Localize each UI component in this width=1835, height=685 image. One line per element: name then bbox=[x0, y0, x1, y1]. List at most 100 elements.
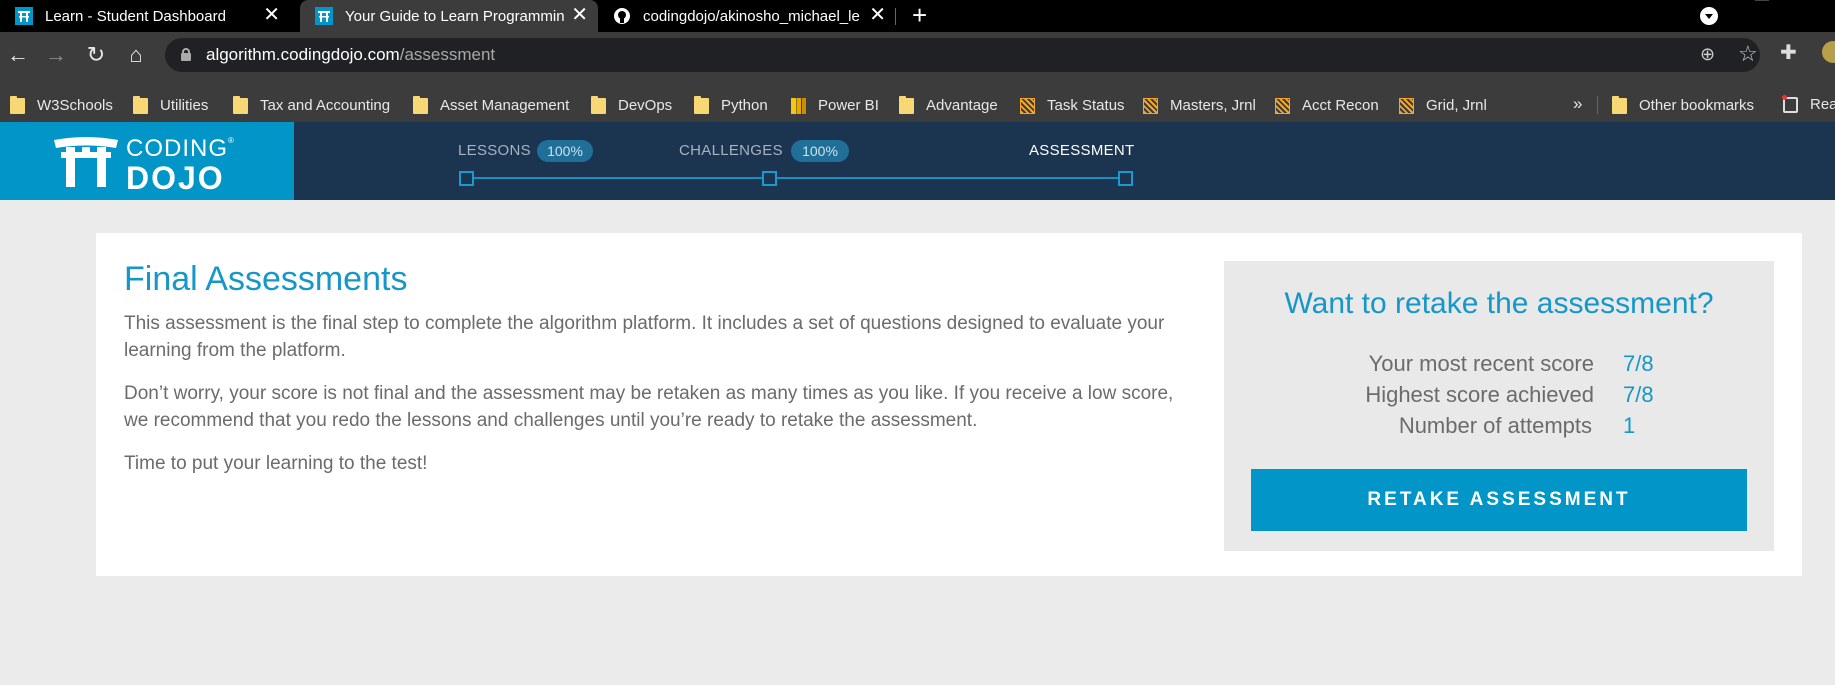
close-tab-icon[interactable]: ✕ bbox=[571, 5, 588, 25]
bookmark-asset-management[interactable]: Asset Management bbox=[413, 95, 570, 114]
page-content: CODING® DOJO LESSONS 100% CHALLENGES 100… bbox=[0, 122, 1835, 685]
attempts-value: 1 bbox=[1623, 413, 1636, 438]
site-header: CODING® DOJO LESSONS 100% CHALLENGES 100… bbox=[0, 122, 1835, 200]
other-bookmarks[interactable]: Other bookmarks bbox=[1612, 95, 1755, 114]
bookmark-star-icon[interactable]: ☆ bbox=[1738, 41, 1758, 67]
github-icon bbox=[614, 8, 630, 24]
bookmark-w3schools[interactable]: W3Schools bbox=[10, 95, 113, 114]
reading-list-icon bbox=[1782, 94, 1798, 113]
lock-icon[interactable] bbox=[181, 48, 191, 61]
intro-paragraph: This assessment is the final step to com… bbox=[124, 313, 1165, 361]
tab-student-dashboard[interactable]: Learn - Student Dashboard ✕ bbox=[0, 0, 290, 32]
bookmark-advantage[interactable]: Advantage bbox=[899, 95, 998, 114]
bookmark-task-status[interactable]: Task Status bbox=[1020, 97, 1125, 114]
tab-separator bbox=[895, 8, 896, 25]
step-lessons-node[interactable] bbox=[459, 171, 474, 186]
profile-avatar[interactable] bbox=[1822, 41, 1835, 63]
retake-info-paragraph: Don’t worry, your score is not final and… bbox=[124, 383, 1174, 431]
power-bi-icon bbox=[791, 97, 806, 114]
closing-paragraph: Time to put your learning to the test! bbox=[124, 453, 428, 474]
assessment-card: Final Assessments This assessment is the… bbox=[96, 233, 1802, 576]
sheet-icon bbox=[1020, 97, 1035, 114]
bookmark-label: Acct Recon bbox=[1302, 97, 1379, 114]
reading-list[interactable]: Rea bbox=[1782, 94, 1835, 113]
new-tab-plus-icon[interactable]: + bbox=[912, 2, 927, 28]
sheet-icon bbox=[1399, 97, 1414, 114]
progress-line bbox=[466, 177, 1125, 179]
tab-strip: Learn - Student Dashboard ✕ Your Guide t… bbox=[0, 0, 1835, 32]
tab-search-icon[interactable] bbox=[1700, 7, 1718, 25]
back-arrow-icon[interactable]: ← bbox=[3, 40, 33, 70]
bookmark-label: Task Status bbox=[1047, 97, 1125, 114]
step-lessons-badge: 100% bbox=[537, 140, 593, 162]
step-challenges-label[interactable]: CHALLENGES bbox=[679, 142, 783, 159]
retake-heading: Want to retake the assessment? bbox=[1284, 287, 1714, 320]
bookmark-devops[interactable]: DevOps bbox=[591, 95, 673, 114]
step-assessment-node[interactable] bbox=[1118, 171, 1133, 186]
step-challenges-badge: 100% bbox=[791, 140, 849, 162]
close-tab-icon[interactable]: ✕ bbox=[263, 5, 280, 25]
folder-icon bbox=[899, 95, 914, 114]
address-bar[interactable]: algorithm.codingdojo.com/assessment ⊕ ☆ bbox=[165, 38, 1760, 72]
bookmark-label: Power BI bbox=[818, 97, 879, 114]
bookmarks-separator bbox=[1597, 96, 1598, 114]
highest-score-label: Highest score achieved bbox=[1365, 382, 1594, 407]
tab-title: Learn - Student Dashboard bbox=[45, 7, 226, 25]
retake-assessment-button[interactable]: RETAKE ASSESSMENT bbox=[1251, 469, 1747, 531]
forward-arrow-icon[interactable]: → bbox=[41, 40, 71, 70]
step-lessons-label[interactable]: LESSONS bbox=[458, 142, 531, 159]
bookmark-tax-and-accounting[interactable]: Tax and Accounting bbox=[233, 95, 391, 114]
window-minimize-icon[interactable] bbox=[1755, 0, 1769, 1]
highest-score-value: 7/8 bbox=[1623, 382, 1654, 407]
tab-guide-to-learn-programming[interactable]: Your Guide to Learn Programmin ✕ bbox=[300, 0, 598, 32]
bookmark-label: DevOps bbox=[618, 97, 673, 114]
bookmark-utilities[interactable]: Utilities bbox=[133, 95, 209, 114]
bookmark-label: Grid, Jrnl bbox=[1426, 97, 1487, 114]
url-domain: algorithm.codingdojo.com bbox=[206, 45, 400, 64]
reload-icon[interactable]: ↻ bbox=[81, 40, 111, 70]
extensions-puzzle-icon[interactable]: ✚ bbox=[1780, 40, 1797, 65]
home-icon[interactable]: ⌂ bbox=[121, 40, 151, 70]
retake-panel: Want to retake the assessment? Your most… bbox=[1224, 261, 1774, 551]
other-bookmarks-label: Other bookmarks bbox=[1639, 97, 1755, 114]
folder-icon bbox=[10, 95, 25, 114]
tab-title: Your Guide to Learn Programmin bbox=[345, 7, 565, 25]
bookmark-label: Asset Management bbox=[440, 97, 570, 114]
bookmark-label: Advantage bbox=[926, 97, 998, 114]
folder-icon bbox=[413, 95, 428, 114]
bookmark-label: Tax and Accounting bbox=[260, 97, 391, 114]
coding-dojo-favicon-icon bbox=[15, 7, 33, 25]
bookmark-power-bi[interactable]: Power BI bbox=[791, 97, 879, 114]
sheet-icon bbox=[1275, 97, 1290, 114]
close-tab-icon[interactable]: ✕ bbox=[869, 5, 886, 25]
bookmark-masters-jrnl[interactable]: Masters, Jrnl bbox=[1143, 97, 1256, 114]
folder-icon bbox=[233, 95, 248, 114]
attempts-label: Number of attempts bbox=[1398, 413, 1592, 438]
sheet-icon bbox=[1143, 97, 1158, 114]
bookmark-python[interactable]: Python bbox=[694, 95, 768, 114]
step-challenges-node[interactable] bbox=[762, 171, 777, 186]
coding-dojo-favicon-icon bbox=[315, 7, 333, 25]
folder-icon bbox=[591, 95, 606, 114]
tab-github-repo[interactable]: codingdojo/akinosho_michael_le ✕ bbox=[598, 0, 896, 32]
bookmark-label: Utilities bbox=[160, 97, 209, 114]
page-title: Final Assessments bbox=[124, 260, 408, 298]
progress-steps: LESSONS 100% CHALLENGES 100% ASSESSMENT bbox=[0, 122, 1835, 200]
url-path: /assessment bbox=[399, 45, 496, 64]
bookmarks-overflow-chevron[interactable]: » bbox=[1573, 94, 1582, 114]
reading-list-label: Rea bbox=[1810, 96, 1835, 113]
folder-icon bbox=[1612, 95, 1627, 114]
url-text[interactable]: algorithm.codingdojo.com/assessment bbox=[206, 45, 495, 65]
bookmark-acct-recon[interactable]: Acct Recon bbox=[1275, 97, 1379, 114]
folder-icon bbox=[133, 95, 148, 114]
browser-toolbar: ← → ↻ ⌂ algorithm.codingdojo.com/assessm… bbox=[0, 32, 1835, 88]
folder-icon bbox=[694, 95, 709, 114]
bookmark-label: Python bbox=[721, 97, 768, 114]
bookmarks-bar: W3Schools Utilities Tax and Accounting A… bbox=[0, 88, 1835, 122]
recent-score-value: 7/8 bbox=[1623, 351, 1654, 376]
step-assessment-label[interactable]: ASSESSMENT bbox=[1029, 142, 1135, 159]
bookmark-label: W3Schools bbox=[37, 97, 113, 114]
bookmark-grid-jrnl[interactable]: Grid, Jrnl bbox=[1399, 97, 1487, 114]
zoom-icon[interactable]: ⊕ bbox=[1700, 44, 1715, 65]
recent-score-label: Your most recent score bbox=[1368, 351, 1594, 376]
